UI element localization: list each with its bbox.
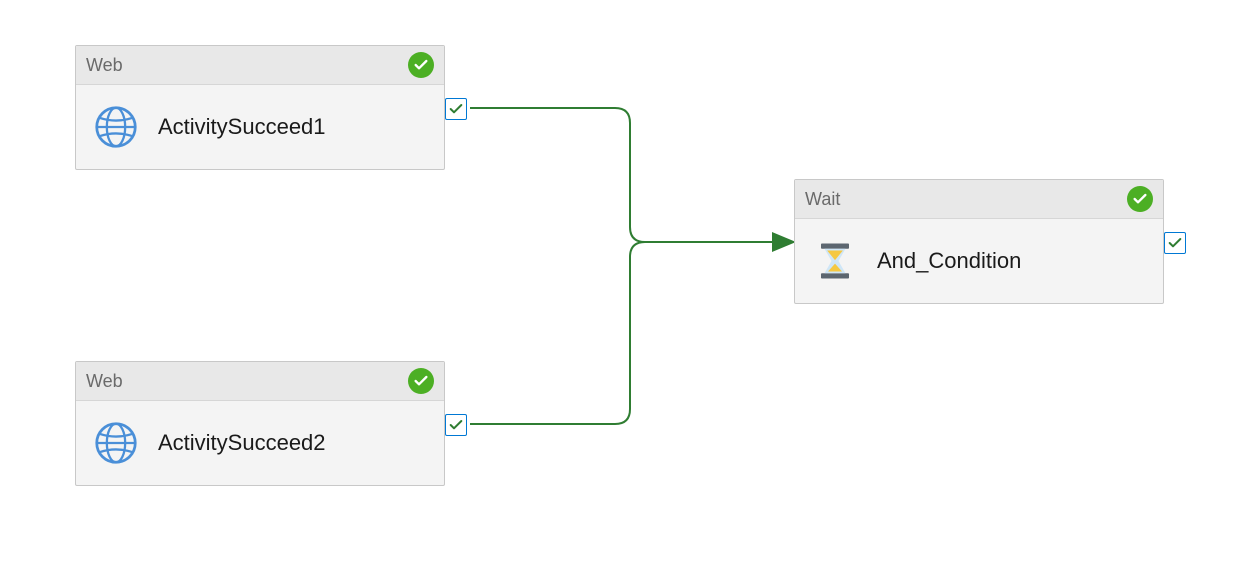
node-header: Wait bbox=[795, 180, 1163, 219]
node-type-label: Wait bbox=[805, 189, 840, 210]
node-body: And_Condition bbox=[795, 219, 1163, 303]
edge-activity2-to-wait bbox=[470, 242, 792, 424]
node-header: Web bbox=[76, 46, 444, 85]
node-header: Web bbox=[76, 362, 444, 401]
edge-activity1-to-wait bbox=[470, 108, 792, 242]
node-name-label: ActivitySucceed2 bbox=[158, 430, 326, 456]
pipeline-canvas: Web ActivitySucceed1 Web bbox=[0, 0, 1246, 580]
success-output-port[interactable] bbox=[445, 98, 467, 120]
hourglass-icon bbox=[811, 237, 859, 285]
node-activity-succeed-1[interactable]: Web ActivitySucceed1 bbox=[75, 45, 445, 170]
node-name-label: ActivitySucceed1 bbox=[158, 114, 326, 140]
node-body: ActivitySucceed2 bbox=[76, 401, 444, 485]
node-body: ActivitySucceed1 bbox=[76, 85, 444, 169]
globe-icon bbox=[92, 419, 140, 467]
success-output-port[interactable] bbox=[445, 414, 467, 436]
status-success-icon bbox=[408, 52, 434, 78]
node-type-label: Web bbox=[86, 371, 123, 392]
node-and-condition[interactable]: Wait And_Condition bbox=[794, 179, 1164, 304]
status-success-icon bbox=[1127, 186, 1153, 212]
node-type-label: Web bbox=[86, 55, 123, 76]
status-success-icon bbox=[408, 368, 434, 394]
globe-icon bbox=[92, 103, 140, 151]
node-name-label: And_Condition bbox=[877, 248, 1021, 274]
node-activity-succeed-2[interactable]: Web ActivitySucceed2 bbox=[75, 361, 445, 486]
success-output-port[interactable] bbox=[1164, 232, 1186, 254]
